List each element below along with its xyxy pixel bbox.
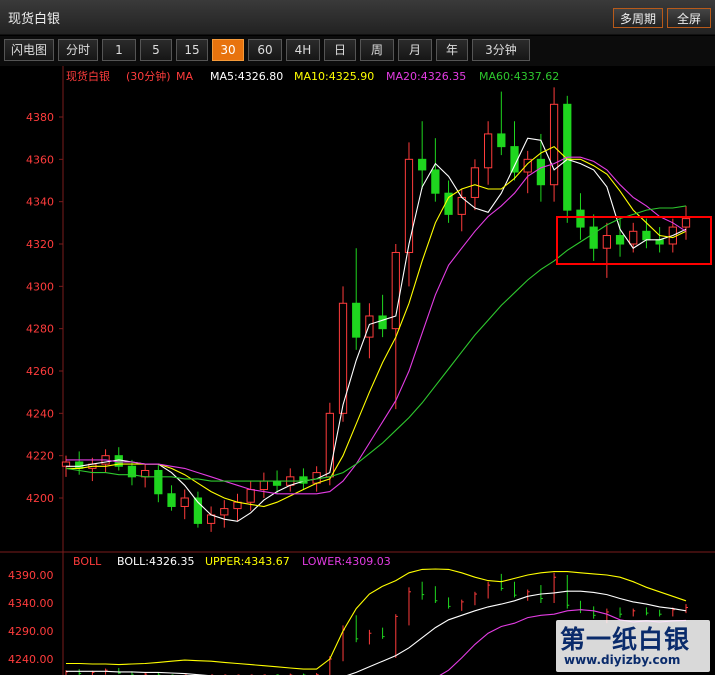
window-title: 现货白银	[8, 12, 61, 27]
period-button-4h[interactable]: 4H	[286, 39, 320, 61]
candle-body	[378, 315, 387, 330]
fullscreen-button[interactable]: 全屏	[667, 8, 711, 28]
y-tick-label: 4320	[26, 238, 54, 251]
legend-ma20: MA20:4326.35	[386, 70, 466, 83]
candle-body	[431, 169, 440, 194]
candle-body	[629, 230, 638, 245]
candle-body	[404, 158, 414, 253]
candle-body	[325, 412, 334, 478]
candle-body	[61, 461, 71, 467]
candle-body	[536, 158, 546, 186]
y-tick-label: 4280	[26, 323, 54, 336]
legend-ma10: MA10:4325.90	[294, 70, 374, 83]
y-tick-label: 4360	[26, 153, 54, 166]
period-toolbar: 闪电图 分时 1 5 15 30 60 4H 日 周 月 年 3分钟	[0, 36, 715, 67]
candle-body	[352, 302, 361, 338]
candle-body	[75, 461, 84, 469]
candle-body	[549, 103, 559, 186]
candle-body	[180, 497, 189, 507]
period-button-week[interactable]: 周	[360, 39, 394, 61]
candle-body	[418, 158, 427, 171]
candle-body	[681, 218, 691, 228]
candle-body	[576, 209, 585, 228]
candle-body	[589, 226, 598, 249]
candle-body	[655, 239, 664, 245]
candle-body	[497, 133, 506, 148]
candle-body	[259, 480, 269, 491]
chart-area[interactable]: 现货白银 (30分钟) MA MA5:4326.80 MA10:4325.90 …	[0, 66, 715, 675]
candle-body	[233, 501, 242, 510]
candle-body	[272, 480, 282, 486]
sub-legend-upper: UPPER:4343.67	[205, 555, 290, 568]
sub-y-tick-label: 4390.00	[8, 569, 54, 582]
title-bar: 现货白银 多周期 全屏	[0, 0, 715, 35]
legend-indicator: MA	[176, 70, 193, 83]
candle-body	[484, 133, 493, 169]
candle-body	[602, 235, 611, 249]
period-button-day[interactable]: 日	[324, 39, 356, 61]
watermark-url: www.diyizby.com	[564, 653, 681, 667]
period-button-30[interactable]: 30	[212, 39, 244, 61]
candle-body	[167, 493, 176, 507]
period-button-3min[interactable]: 3分钟	[472, 39, 530, 61]
period-button-year[interactable]: 年	[436, 39, 468, 61]
y-tick-label: 4300	[26, 280, 54, 293]
y-tick-label: 4240	[26, 407, 54, 420]
sub-y-tick-label: 4240.00	[8, 653, 54, 666]
y-tick-label: 4380	[26, 111, 54, 124]
legend-symbol: 现货白银	[66, 69, 110, 83]
period-button-60[interactable]: 60	[248, 39, 282, 61]
period-button-timeshare[interactable]: 分时	[58, 39, 98, 61]
sub-legend-indicator: BOLL	[73, 555, 102, 568]
multi-period-button[interactable]: 多周期	[613, 8, 663, 28]
y-tick-label: 4260	[26, 365, 54, 378]
sub-legend-boll: BOLL:4326.35	[117, 555, 194, 568]
sub-y-tick-label: 4340.00	[8, 597, 54, 610]
y-tick-label: 4220	[26, 450, 54, 463]
period-button-month[interactable]: 月	[398, 39, 432, 61]
legend-period: (30分钟)	[126, 69, 171, 83]
sub-y-tick-label: 4290.00	[8, 625, 54, 638]
y-tick-label: 4340	[26, 196, 54, 209]
legend-ma5: MA5:4326.80	[210, 70, 283, 83]
candle-body	[615, 235, 625, 245]
candle-body	[246, 489, 255, 503]
candle-body	[470, 167, 480, 198]
candle-body	[642, 230, 651, 241]
legend-ma60: MA60:4337.62	[479, 70, 559, 83]
watermark-text: 第一纸白银	[560, 625, 691, 654]
candle-body	[154, 469, 163, 495]
sub-legend-lower: LOWER:4309.03	[302, 555, 391, 568]
candle-body	[365, 315, 374, 338]
period-button-15[interactable]: 15	[176, 39, 208, 61]
y-tick-label: 4200	[26, 492, 54, 505]
candle-body	[220, 508, 229, 516]
period-button-flash[interactable]: 闪电图	[4, 39, 54, 61]
period-button-5[interactable]: 5	[140, 39, 172, 61]
period-button-1[interactable]: 1	[102, 39, 136, 61]
watermark: 第一纸白银 www.diyizby.com	[556, 620, 710, 672]
